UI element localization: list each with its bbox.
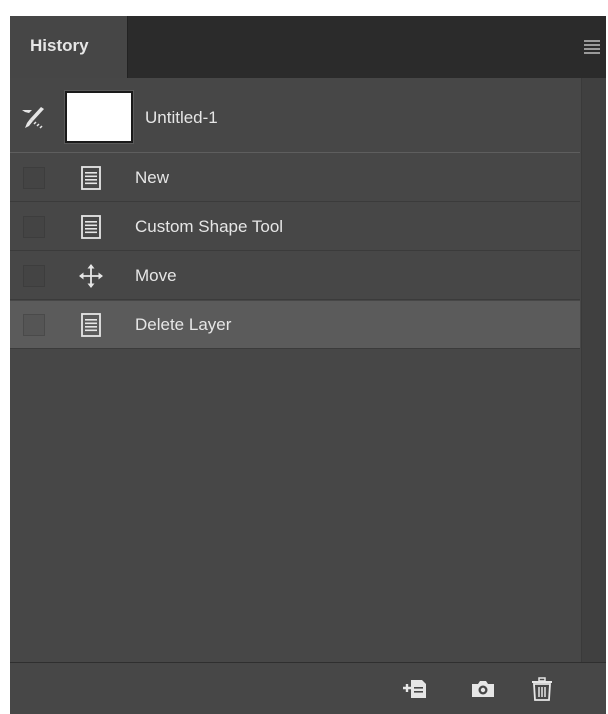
history-source-checkbox[interactable] — [23, 314, 45, 336]
panel-tab-bar: History — [10, 16, 606, 78]
move-icon — [79, 264, 103, 288]
history-panel: History Untitled-1 New Custom Shape Tool… — [10, 16, 606, 714]
history-list: Untitled-1 New Custom Shape Tool Move De… — [10, 78, 606, 662]
history-state-delete-layer[interactable]: Delete Layer — [10, 301, 580, 349]
history-state-move[interactable]: Move — [10, 252, 580, 300]
snapshot-row[interactable]: Untitled-1 — [10, 78, 580, 153]
snapshot-label: Untitled-1 — [145, 108, 218, 127]
snapshot-thumbnail[interactable] — [64, 90, 134, 144]
panel-menu-icon[interactable] — [584, 40, 600, 54]
history-state-label: Move — [135, 266, 177, 285]
history-source-checkbox[interactable] — [23, 265, 45, 287]
document-icon — [81, 313, 101, 337]
panel-footer — [10, 662, 606, 714]
tab-history[interactable]: History — [10, 16, 128, 78]
history-state-custom-shape-tool[interactable]: Custom Shape Tool — [10, 203, 580, 251]
history-brush-icon[interactable] — [20, 104, 46, 130]
history-source-checkbox[interactable] — [23, 167, 45, 189]
camera-icon[interactable] — [470, 677, 496, 701]
document-icon — [81, 166, 101, 190]
new-document-from-state-icon[interactable] — [402, 677, 428, 701]
history-state-label: Delete Layer — [135, 315, 232, 334]
trash-icon[interactable] — [529, 677, 555, 701]
history-source-checkbox[interactable] — [23, 216, 45, 238]
document-icon — [81, 215, 101, 239]
history-state-label: New — [135, 168, 170, 187]
vertical-scrollbar[interactable] — [581, 78, 606, 662]
history-state-label: Custom Shape Tool — [135, 217, 284, 236]
history-state-new[interactable]: New — [10, 154, 580, 202]
